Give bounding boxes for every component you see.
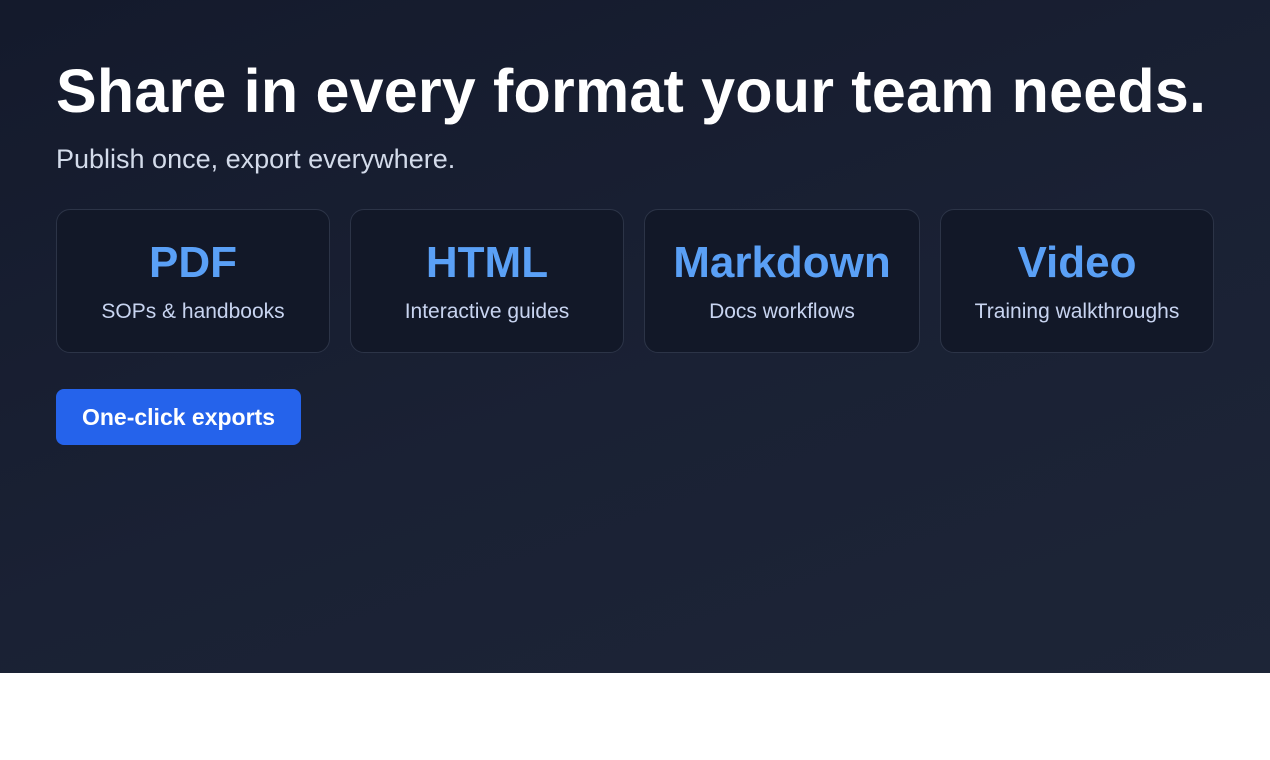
format-description: Docs workflows [709, 300, 855, 323]
format-name: Video [1017, 238, 1137, 287]
format-description: Interactive guides [404, 300, 570, 323]
hero-headline: Share in every format your team needs. [56, 57, 1207, 125]
format-description: Training walkthroughs [974, 300, 1180, 323]
format-card-html: HTML Interactive guides [350, 209, 624, 353]
format-card-pdf: PDF SOPs & handbooks [56, 209, 330, 353]
format-card-video: Video Training walkthroughs [940, 209, 1214, 353]
format-name: Markdown [673, 238, 891, 287]
format-cards: PDF SOPs & handbooks HTML Interactive gu… [56, 209, 1214, 355]
format-description: SOPs & handbooks [101, 300, 285, 323]
hero-subhead: Publish once, export everywhere. [56, 144, 456, 174]
one-click-exports-button[interactable]: One-click exports [56, 389, 301, 445]
hero-section: Share in every format your team needs. P… [0, 0, 1270, 673]
format-name: PDF [149, 238, 237, 287]
format-name: HTML [425, 238, 549, 287]
format-card-markdown: Markdown Docs workflows [644, 209, 920, 353]
